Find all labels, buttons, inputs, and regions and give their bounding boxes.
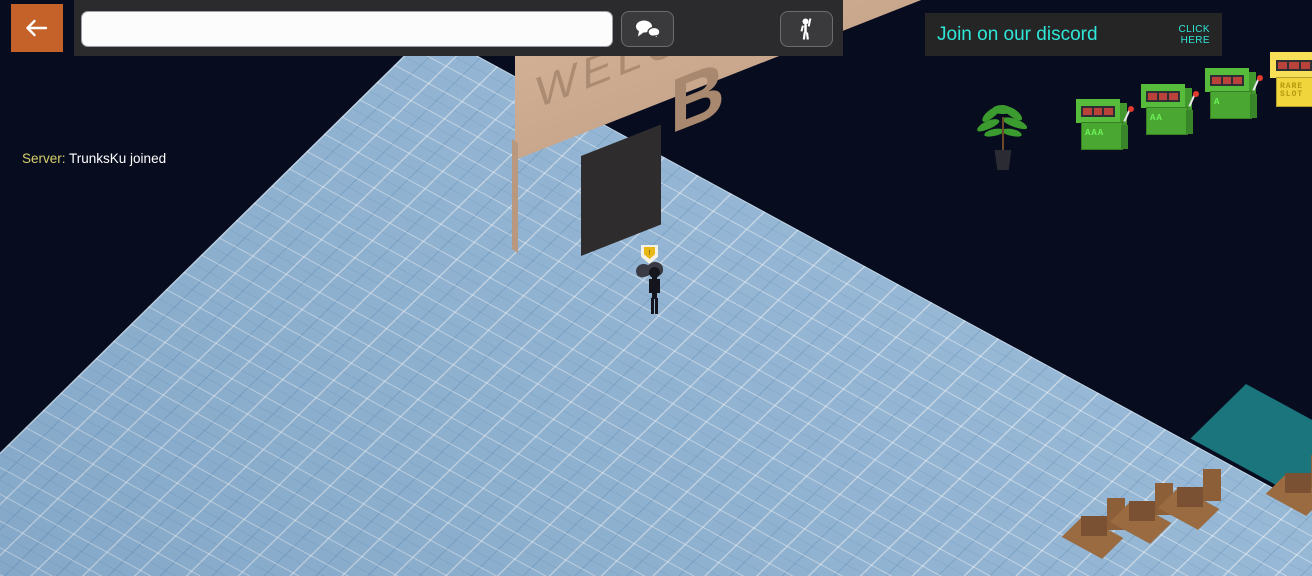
chair-front <box>1177 487 1203 507</box>
slot-cabinet-side <box>1186 110 1193 134</box>
chair-side <box>1203 479 1221 501</box>
back-button[interactable] <box>11 4 63 52</box>
slot-screen-text: AA <box>1150 113 1163 123</box>
chair-4[interactable] <box>1265 455 1312 516</box>
emote-button[interactable] <box>780 11 833 47</box>
chat-message-sender: Server: <box>22 151 66 166</box>
slot-cabinet-side <box>1121 125 1128 149</box>
slot-reel <box>1222 77 1232 84</box>
potted-plant[interactable] <box>975 103 1029 175</box>
slot-lever-knob[interactable] <box>1257 75 1263 81</box>
slot-reel <box>1158 93 1168 100</box>
shield-icon: ! <box>644 247 655 259</box>
slot-lever-knob[interactable] <box>1193 91 1199 97</box>
person-waving-icon <box>800 18 811 40</box>
chair-front <box>1081 516 1107 536</box>
slot-machine-3[interactable]: A <box>1205 68 1263 126</box>
wall-left-edge <box>512 139 518 254</box>
slot-reel <box>1233 77 1243 84</box>
avatar-leg <box>651 298 654 314</box>
avatar-arm <box>657 279 660 293</box>
slot-reels <box>1210 75 1244 86</box>
avatar-arm <box>649 279 652 293</box>
chat-input[interactable] <box>81 11 613 47</box>
chat-message: Server: TrunksKu joined <box>22 150 422 168</box>
slot-reel <box>1169 93 1179 100</box>
slot-lever-knob[interactable] <box>1128 106 1134 112</box>
slot-reel <box>1104 108 1114 115</box>
speech-bubbles-icon <box>635 20 661 39</box>
chair-front <box>1129 501 1155 521</box>
slot-reels <box>1081 106 1115 117</box>
slot-reel <box>1093 108 1103 115</box>
slot-reels <box>1276 60 1312 71</box>
slot-machine-4[interactable]: RARE SLOT <box>1270 52 1312 110</box>
slot-reel <box>1300 62 1310 69</box>
slot-reels <box>1146 91 1180 102</box>
discord-banner-cta: CLICK HERE <box>1179 24 1210 46</box>
chair-3[interactable] <box>1157 469 1223 530</box>
slot-screen-text: A <box>1214 97 1221 107</box>
discord-cta-line2: HERE <box>1180 34 1210 46</box>
slot-cabinet-side <box>1250 94 1257 118</box>
slot-screen-text: AAA <box>1085 128 1105 138</box>
avatar-leg <box>655 298 658 314</box>
plant-frond <box>991 104 1013 115</box>
arrow-left-icon <box>26 19 48 37</box>
discord-banner-title: Join on our discord <box>937 23 1098 45</box>
game-screen: WELCOME TO SECTOR B <box>0 0 1312 576</box>
player-avatar[interactable] <box>634 262 668 314</box>
plant-pot <box>994 150 1012 170</box>
chat-toggle-button[interactable] <box>621 11 674 47</box>
discord-banner[interactable]: Join on our discord CLICK HERE <box>925 13 1222 56</box>
slot-reel <box>1212 77 1221 84</box>
slot-reel <box>1289 62 1299 69</box>
chat-log: Server: TrunksKu joined <box>22 150 422 168</box>
plant-stem <box>1002 117 1004 153</box>
slot-reel <box>1083 108 1092 115</box>
slot-machine-1[interactable]: AAA <box>1076 99 1134 157</box>
slot-reel <box>1278 62 1288 69</box>
slot-machine-2[interactable]: AA <box>1141 84 1199 142</box>
slot-reel <box>1148 93 1157 100</box>
game-toolbar <box>74 0 843 56</box>
chat-message-text: TrunksKu joined <box>69 151 167 166</box>
game-world[interactable]: WELCOME TO SECTOR B <box>0 0 1312 576</box>
discord-cta-line1: CLICK <box>1178 23 1210 35</box>
chair-front <box>1285 473 1311 493</box>
slot-screen-text: RARE SLOT <box>1280 82 1304 99</box>
